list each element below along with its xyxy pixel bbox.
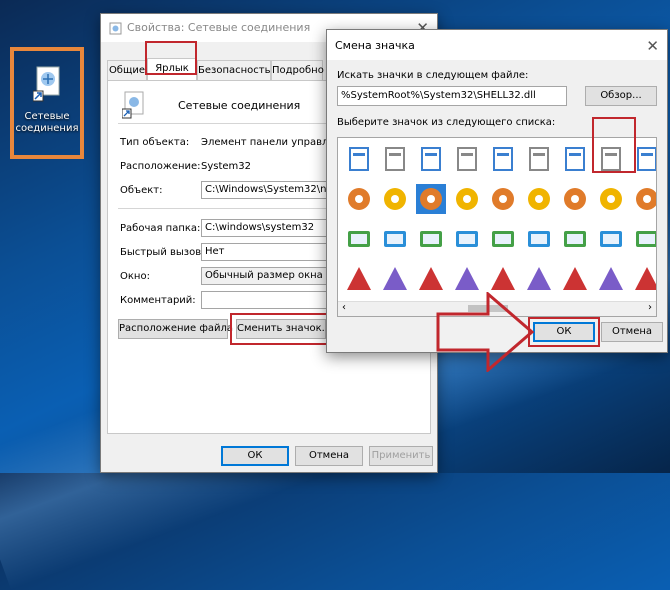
disc-red-icon[interactable] (488, 184, 518, 214)
desktop-shortcut-network-connections[interactable]: Сетевые соединения (10, 47, 84, 159)
desktop-shortcut-label: Сетевые соединения (15, 111, 79, 134)
change-icon-titlebar[interactable]: Смена значка ✕ (327, 30, 667, 60)
recycle-icon[interactable] (452, 224, 482, 254)
image-icon[interactable] (488, 224, 518, 254)
properties-ok-button[interactable]: ОК (221, 446, 289, 466)
list-icon[interactable] (488, 264, 518, 294)
workdir-label: Рабочая папка: (120, 223, 201, 234)
images-icon[interactable] (596, 264, 626, 294)
highlight-change-icon (230, 313, 332, 345)
window-label: Окно: (120, 271, 150, 282)
close-icon[interactable]: ✕ (646, 37, 659, 55)
location-label: Расположение: (120, 161, 201, 172)
disc-gray-icon[interactable] (632, 184, 656, 214)
copy-doc-icon[interactable] (344, 144, 374, 174)
highlight-tab-shortcut (145, 41, 197, 75)
tab-general[interactable]: Общие (107, 60, 147, 81)
browse-button[interactable]: Обзор... (585, 86, 657, 106)
video-icon[interactable] (416, 264, 446, 294)
tab-details[interactable]: Подробно (271, 60, 324, 81)
pointer-arrow-icon (436, 292, 535, 372)
home-network-icon[interactable] (560, 144, 590, 174)
apply-button[interactable]: Применить (369, 446, 433, 466)
search-file-label: Искать значки в следующем файле: (337, 70, 529, 81)
green-arrow-icon[interactable] (524, 264, 554, 294)
drive-add-icon[interactable] (452, 264, 482, 294)
envelope-icon[interactable] (380, 264, 410, 294)
shortcut-icon (122, 91, 144, 119)
target-label: Объект: (120, 185, 163, 196)
presentation-icon[interactable] (344, 224, 374, 254)
chevron-left-icon[interactable]: ‹ (342, 302, 346, 313)
type-label: Тип объекта: (120, 137, 190, 148)
properties-title: Свойства: Сетевые соединения (127, 21, 311, 34)
icon-file-field[interactable]: %SystemRoot%\System32\SHELL32.dll (337, 86, 567, 106)
expand-icon[interactable] (632, 264, 656, 294)
camera-icon[interactable] (596, 224, 626, 254)
monitors-icon[interactable] (380, 144, 410, 174)
puzzle-icon[interactable] (524, 144, 554, 174)
globe-network-icon[interactable] (524, 224, 554, 254)
highlight-selected-icon (592, 117, 636, 173)
properties-cancel-button[interactable]: Отмена (295, 446, 363, 466)
folder-icon[interactable] (632, 224, 656, 254)
network-globe-icon[interactable] (415, 183, 447, 215)
help-icon[interactable] (560, 184, 590, 214)
file-location-button[interactable]: Расположение файла (118, 319, 233, 339)
location-value: System32 (201, 161, 252, 172)
network-connections-icon (33, 66, 60, 102)
doc-delete-icon[interactable] (380, 224, 410, 254)
highlight-ok-button (528, 317, 600, 347)
shortcut-name: Сетевые соединения (178, 99, 301, 112)
speaker-icon[interactable] (416, 224, 446, 254)
change-icon-title: Смена значка (335, 39, 415, 52)
chevron-right-icon[interactable]: › (648, 302, 652, 313)
globe-arrow-icon[interactable] (596, 184, 626, 214)
icon-list-label: Выберите значок из следующего списка: (337, 117, 556, 128)
change-icon-cancel-button[interactable]: Отмена (601, 322, 663, 342)
monitor-pen-icon[interactable] (452, 184, 482, 214)
play-icon[interactable] (452, 144, 482, 174)
printer-icon[interactable] (344, 184, 374, 214)
tab-security[interactable]: Безопасность (197, 60, 271, 81)
cd-icon[interactable] (380, 184, 410, 214)
comment-label: Комментарий: (120, 295, 196, 306)
hotkey-label: Быстрый вызов: (120, 247, 205, 258)
disc-icon[interactable] (488, 144, 518, 174)
globe-icon[interactable] (524, 184, 554, 214)
checkmark-icon[interactable] (344, 264, 374, 294)
window-icon (109, 22, 122, 35)
folder-users-icon[interactable] (560, 224, 590, 254)
users-small-icon[interactable] (560, 264, 590, 294)
users-icon[interactable] (416, 144, 446, 174)
